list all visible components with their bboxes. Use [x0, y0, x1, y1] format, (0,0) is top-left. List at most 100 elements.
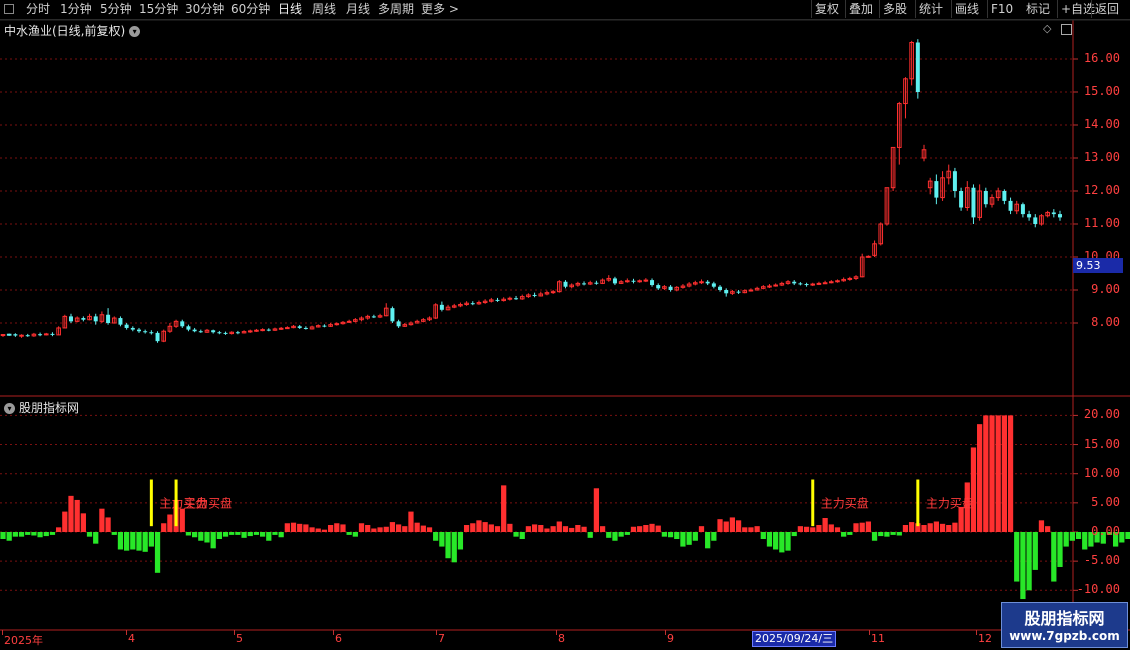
price-axis-label: 16.00 — [1083, 51, 1120, 65]
indicator-bar — [340, 524, 346, 532]
indicator-bar — [735, 520, 742, 532]
indicator-bar — [216, 532, 222, 539]
candle-body-down — [93, 316, 98, 322]
indicator-bar — [760, 532, 766, 539]
candle-body-down — [736, 291, 741, 293]
candle-body-up — [260, 329, 265, 332]
candle-body-down — [180, 321, 185, 327]
candle-body-down — [1020, 204, 1025, 215]
indicator-bar — [667, 532, 674, 538]
indicator-bar — [865, 521, 872, 532]
candle-body-down — [13, 334, 18, 336]
candle-body-down — [718, 286, 723, 290]
indicator-bar — [803, 526, 810, 532]
candle-body-down — [1058, 214, 1062, 218]
indicator-bar — [266, 532, 272, 541]
indicator-bar — [816, 525, 822, 532]
indicator-bar — [556, 521, 562, 532]
candle-body-down — [38, 334, 43, 336]
indicator-bar — [723, 521, 729, 532]
indicator-bar — [278, 532, 284, 538]
indicator-bar — [463, 525, 470, 532]
indicator-bar — [859, 522, 865, 532]
indicator-bar — [958, 506, 964, 532]
indicator-bar — [946, 525, 952, 532]
time-axis-tick — [556, 630, 557, 635]
candle-body-down — [390, 308, 395, 322]
time-axis-tick — [126, 630, 127, 635]
candle-body-down — [594, 282, 599, 284]
indicator-bar — [117, 532, 124, 550]
candle-body-up — [0, 334, 6, 337]
chart-canvas[interactable]: 主力买盘主力买盘主力买盘主力买盘主力买盘主力买盘主力买盘 — [0, 0, 1130, 650]
indicator-bar — [12, 532, 18, 537]
indicator-bar — [698, 526, 705, 532]
indicator-bar — [284, 523, 290, 532]
indicator-axis-label: 20.00 — [1083, 407, 1120, 422]
time-axis-tick — [976, 630, 977, 635]
indicator-bar — [229, 532, 235, 535]
signal-marker — [149, 479, 153, 527]
indicator-bar — [680, 532, 686, 547]
indicator-bar — [259, 532, 266, 537]
price-axis-label: 13.00 — [1083, 150, 1120, 164]
indicator-bar — [346, 532, 352, 535]
candle-body-down — [582, 283, 587, 285]
indicator-bar — [395, 524, 402, 532]
indicator-bar — [748, 527, 754, 532]
indicator-bar — [358, 523, 365, 532]
candle-body-down — [130, 327, 135, 330]
indicator-bar — [303, 524, 309, 532]
indicator-bar — [154, 532, 161, 573]
candle-body-down — [106, 314, 111, 323]
candle-body-up — [247, 330, 253, 333]
indicator-bar — [637, 526, 643, 532]
price-axis-label: 8.00 — [1091, 315, 1120, 329]
indicator-bar — [519, 532, 525, 539]
indicator-bar — [927, 523, 933, 532]
indicator-bar — [161, 523, 167, 532]
candle-body-up — [866, 255, 871, 258]
indicator-bar — [507, 523, 513, 532]
indicator-bar — [402, 526, 408, 532]
candle-body-down — [396, 321, 401, 327]
indicator-bar — [544, 528, 550, 532]
indicator-bar — [99, 508, 105, 532]
candle-body-down — [705, 281, 710, 284]
indicator-bar — [0, 532, 6, 539]
indicator-bar — [1014, 532, 1020, 582]
indicator-bar — [148, 532, 154, 547]
candle-body-up — [334, 323, 340, 326]
indicator-bar — [810, 527, 816, 532]
indicator-bar — [191, 532, 198, 538]
indicator-bar — [1032, 532, 1038, 570]
indicator-bar — [321, 529, 328, 532]
candle-body-down — [1051, 212, 1056, 215]
indicator-bar — [692, 532, 698, 541]
indicator-bar — [352, 532, 358, 537]
candle-body-down — [211, 330, 216, 333]
signal-label: 主力买盘 — [184, 496, 232, 511]
candle-body-up — [285, 327, 290, 330]
indicator-bar — [470, 523, 476, 532]
indicator-bar — [612, 532, 618, 541]
candle-body-down — [656, 285, 661, 289]
indicator-bar — [995, 415, 1001, 532]
indicator-bar — [1001, 415, 1007, 532]
indicator-bar — [624, 532, 630, 535]
indicator-bar — [599, 526, 606, 532]
candle-body-down — [124, 324, 129, 328]
indicator-axis-label: -10.00 — [1076, 582, 1120, 597]
indicator-bar — [272, 532, 278, 535]
candle-body-down — [1027, 214, 1032, 218]
candle-body-up — [847, 277, 853, 280]
indicator-bar — [445, 532, 451, 559]
signal-marker — [174, 479, 178, 527]
indicator-bar — [674, 532, 680, 539]
indicator-bar — [766, 532, 773, 547]
current-price-tag: 9.53 — [1073, 258, 1123, 273]
indicator-bar — [828, 524, 834, 532]
indicator-bar — [315, 528, 321, 532]
candle-body-down — [792, 281, 797, 284]
indicator-bar — [896, 532, 902, 536]
